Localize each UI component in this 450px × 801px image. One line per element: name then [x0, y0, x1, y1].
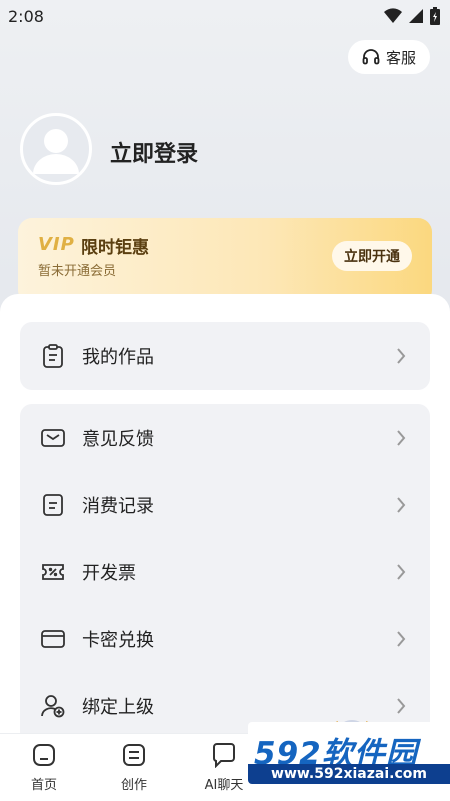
- avatar[interactable]: [20, 113, 92, 185]
- wifi-icon: [384, 8, 402, 23]
- chevron-right-icon: [397, 347, 406, 364]
- menu-card-settings: 意见反馈 消费记录 开发票 卡密兑换 绑定上级: [20, 404, 430, 744]
- user-add-icon: [41, 694, 65, 717]
- tab-create[interactable]: 创作: [104, 742, 164, 793]
- menu-item-invoice[interactable]: 开发票: [20, 538, 430, 605]
- status-bar: 2:08: [0, 0, 450, 32]
- tab-label: 首页: [30, 778, 57, 793]
- watermark-url: www.592xiazai.com: [248, 764, 450, 784]
- mail-icon: [41, 428, 65, 447]
- vip-subtitle: 暂未开通会员: [38, 264, 117, 279]
- menu-item-label: 开发票: [82, 562, 136, 584]
- customer-service-label: 客服: [385, 48, 416, 67]
- headset-icon: [362, 49, 380, 65]
- menu-item-card-redeem[interactable]: 卡密兑换: [20, 605, 430, 672]
- menu-item-label: 意见反馈: [82, 428, 154, 450]
- chat-icon: [213, 743, 235, 768]
- menu-item-label: 绑定上级: [82, 696, 154, 718]
- clipboard-icon: [43, 343, 63, 368]
- menu-card-works: 我的作品: [20, 322, 430, 390]
- signal-icon: [409, 9, 423, 23]
- receipt-icon: [43, 493, 63, 516]
- chevron-right-icon: [397, 429, 406, 446]
- menu-item-label: 我的作品: [82, 346, 154, 368]
- watermark: 592软件园 www.592xiazai.com: [248, 722, 450, 784]
- home-icon: [33, 744, 55, 766]
- tab-home[interactable]: 首页: [14, 742, 74, 793]
- user-icon: [33, 129, 79, 174]
- vip-banner[interactable]: VIP 限时钜惠 暂未开通会员 立即开通: [18, 218, 432, 304]
- card-icon: [41, 629, 65, 648]
- tab-label: 创作: [120, 778, 147, 793]
- battery-icon: [430, 7, 440, 25]
- chevron-right-icon: [397, 563, 406, 580]
- system-icons: [384, 7, 440, 25]
- chevron-right-icon: [397, 496, 406, 513]
- menu-item-feedback[interactable]: 意见反馈: [20, 404, 430, 471]
- chevron-right-icon: [397, 697, 406, 714]
- chevron-right-icon: [397, 630, 406, 647]
- tab-label: AI聊天: [204, 778, 244, 793]
- tab-ai-chat[interactable]: AI聊天: [194, 742, 254, 793]
- menu-item-label: 消费记录: [82, 495, 154, 517]
- create-icon: [123, 744, 145, 766]
- customer-service-button[interactable]: 客服: [348, 40, 430, 74]
- menu-item-consumption-records[interactable]: 消费记录: [20, 471, 430, 538]
- vip-logo: VIP: [38, 234, 75, 255]
- menu-item-label: 卡密兑换: [82, 629, 154, 651]
- vip-title: 限时钜惠: [81, 238, 149, 258]
- ticket-icon: [42, 563, 64, 580]
- vip-open-button[interactable]: 立即开通: [332, 241, 412, 271]
- menu-item-my-works[interactable]: 我的作品: [20, 322, 430, 389]
- login-link[interactable]: 立即登录: [110, 136, 198, 168]
- status-time: 2:08: [8, 7, 44, 26]
